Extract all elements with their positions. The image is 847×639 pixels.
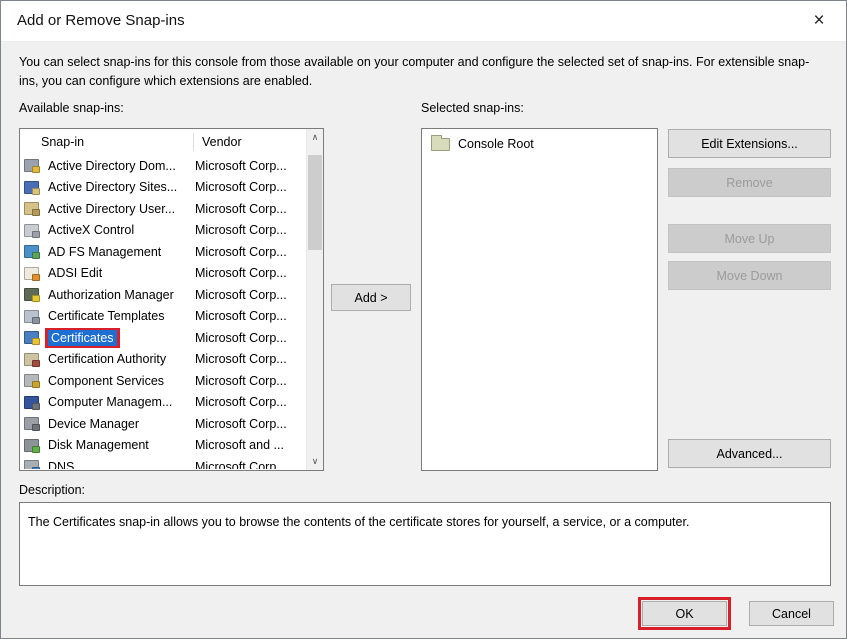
- scroll-down-icon[interactable]: ∨: [307, 453, 323, 470]
- snapin-name: Active Directory Dom...: [45, 158, 195, 174]
- snapin-vendor: Microsoft Corp...: [195, 245, 306, 259]
- snapin-row-active-directory-users[interactable]: Active Directory User...Microsoft Corp..…: [20, 198, 306, 220]
- snapin-name: Certificate Templates: [45, 308, 195, 324]
- remove-button: Remove: [668, 168, 831, 197]
- snapin-name: ADSI Edit: [45, 265, 195, 281]
- snapin-row-device-manager[interactable]: Device ManagerMicrosoft Corp...: [20, 413, 306, 435]
- snapin-name: Certificates: [45, 328, 195, 348]
- computer-management-icon: [24, 396, 39, 409]
- snapin-vendor: Microsoft Corp...: [195, 180, 306, 194]
- component-services-icon: [24, 374, 39, 387]
- adsi-edit-icon: [24, 267, 39, 280]
- snapin-name: Certification Authority: [45, 351, 195, 367]
- snapin-vendor: Microsoft Corp...: [195, 331, 306, 345]
- selection-annotation-box: Certificates: [45, 328, 120, 348]
- snapin-vendor: Microsoft and ...: [195, 438, 306, 452]
- snapin-vendor: Microsoft Corp...: [195, 417, 306, 431]
- advanced-button[interactable]: Advanced...: [668, 439, 831, 468]
- dialog-title: Add or Remove Snap-ins: [17, 1, 185, 41]
- snapin-row-active-directory-domains[interactable]: Active Directory Dom...Microsoft Corp...: [20, 155, 306, 177]
- ok-annotation-box: OK: [638, 597, 731, 630]
- active-directory-sites-icon: [24, 181, 39, 194]
- move-down-button: Move Down: [668, 261, 831, 290]
- scroll-up-icon[interactable]: ∧: [307, 129, 323, 146]
- snapin-vendor: Microsoft Corp...: [195, 352, 306, 366]
- active-directory-domains-icon: [24, 159, 39, 172]
- edit-extensions-button[interactable]: Edit Extensions...: [668, 129, 831, 158]
- scrollbar[interactable]: ∧ ∨: [306, 129, 323, 470]
- snapin-row-authorization-manager[interactable]: Authorization ManagerMicrosoft Corp...: [20, 284, 306, 306]
- dns-icon: [24, 460, 39, 469]
- add-button[interactable]: Add >: [331, 284, 411, 311]
- available-snapins-rows: Active Directory Dom...Microsoft Corp...…: [20, 155, 306, 469]
- selected-snapins-list: Console Root: [421, 128, 658, 471]
- snapin-name: Active Directory Sites...: [45, 179, 195, 195]
- ok-button[interactable]: OK: [642, 601, 727, 626]
- snapin-vendor: Microsoft Corp...: [195, 202, 306, 216]
- close-icon[interactable]: ×: [802, 1, 836, 41]
- snapin-name: Device Manager: [45, 416, 195, 432]
- available-snapins-label: Available snap-ins:: [19, 101, 124, 115]
- snapin-vendor: Microsoft Corp...: [195, 223, 306, 237]
- snapin-row-ad-fs-management[interactable]: AD FS ManagementMicrosoft Corp...: [20, 241, 306, 263]
- snapin-name: Computer Managem...: [45, 394, 195, 410]
- title-bar: Add or Remove Snap-ins ×: [1, 1, 846, 42]
- snapin-vendor: Microsoft Corp...: [195, 395, 306, 409]
- snapin-name: Active Directory User...: [45, 201, 195, 217]
- snapin-row-dns[interactable]: DNSMicrosoft Corp...: [20, 456, 306, 469]
- column-header-snapin[interactable]: Snap-in: [20, 135, 193, 149]
- snapin-vendor: Microsoft Corp...: [195, 374, 306, 388]
- certificate-templates-icon: [24, 310, 39, 323]
- snapin-row-certification-authority[interactable]: Certification AuthorityMicrosoft Corp...: [20, 349, 306, 371]
- description-text: The Certificates snap-in allows you to b…: [20, 503, 830, 530]
- description-label: Description:: [19, 483, 85, 497]
- device-manager-icon: [24, 417, 39, 430]
- folder-icon: [431, 138, 450, 151]
- snapin-row-adsi-edit[interactable]: ADSI EditMicrosoft Corp...: [20, 263, 306, 285]
- snapin-row-certificate-templates[interactable]: Certificate TemplatesMicrosoft Corp...: [20, 306, 306, 328]
- snapin-name: Disk Management: [45, 437, 195, 453]
- selected-snapins-label: Selected snap-ins:: [421, 101, 524, 115]
- snapin-vendor: Microsoft Corp...: [195, 309, 306, 323]
- cancel-button[interactable]: Cancel: [749, 601, 834, 626]
- snapin-row-computer-management[interactable]: Computer Managem...Microsoft Corp...: [20, 392, 306, 414]
- activex-control-icon: [24, 224, 39, 237]
- certification-authority-icon: [24, 353, 39, 366]
- authorization-manager-icon: [24, 288, 39, 301]
- snapin-name: DNS: [45, 459, 195, 469]
- description-box: The Certificates snap-in allows you to b…: [19, 502, 831, 586]
- active-directory-users-icon: [24, 202, 39, 215]
- available-snapins-list: Snap-in Vendor Active Directory Dom...Mi…: [19, 128, 324, 471]
- snapin-name: Authorization Manager: [45, 287, 195, 303]
- snapin-row-active-directory-sites[interactable]: Active Directory Sites...Microsoft Corp.…: [20, 177, 306, 199]
- list-header: Snap-in Vendor: [20, 129, 306, 155]
- intro-text: You can select snap-ins for this console…: [19, 53, 823, 90]
- snapin-row-disk-management[interactable]: Disk ManagementMicrosoft and ...: [20, 435, 306, 457]
- column-header-vendor[interactable]: Vendor: [193, 133, 306, 151]
- snapin-name: Component Services: [45, 373, 195, 389]
- certificates-icon: [24, 331, 39, 344]
- ad-fs-management-icon: [24, 245, 39, 258]
- snapin-vendor: Microsoft Corp...: [195, 159, 306, 173]
- snapin-row-activex-control[interactable]: ActiveX ControlMicrosoft Corp...: [20, 220, 306, 242]
- disk-management-icon: [24, 439, 39, 452]
- snapin-name: ActiveX Control: [45, 222, 195, 238]
- console-root-label: Console Root: [458, 137, 534, 151]
- snapin-vendor: Microsoft Corp...: [195, 266, 306, 280]
- snapin-row-certificates[interactable]: Certificates Microsoft Corp...: [20, 327, 306, 349]
- scrollbar-thumb[interactable]: [308, 155, 322, 250]
- list-item[interactable]: Console Root: [431, 136, 534, 151]
- snapin-row-component-services[interactable]: Component ServicesMicrosoft Corp...: [20, 370, 306, 392]
- snapin-name: AD FS Management: [45, 244, 195, 260]
- move-up-button: Move Up: [668, 224, 831, 253]
- snapin-vendor: Microsoft Corp...: [195, 288, 306, 302]
- snapin-vendor: Microsoft Corp...: [195, 460, 306, 469]
- add-remove-snapins-dialog: Add or Remove Snap-ins × You can select …: [0, 0, 847, 639]
